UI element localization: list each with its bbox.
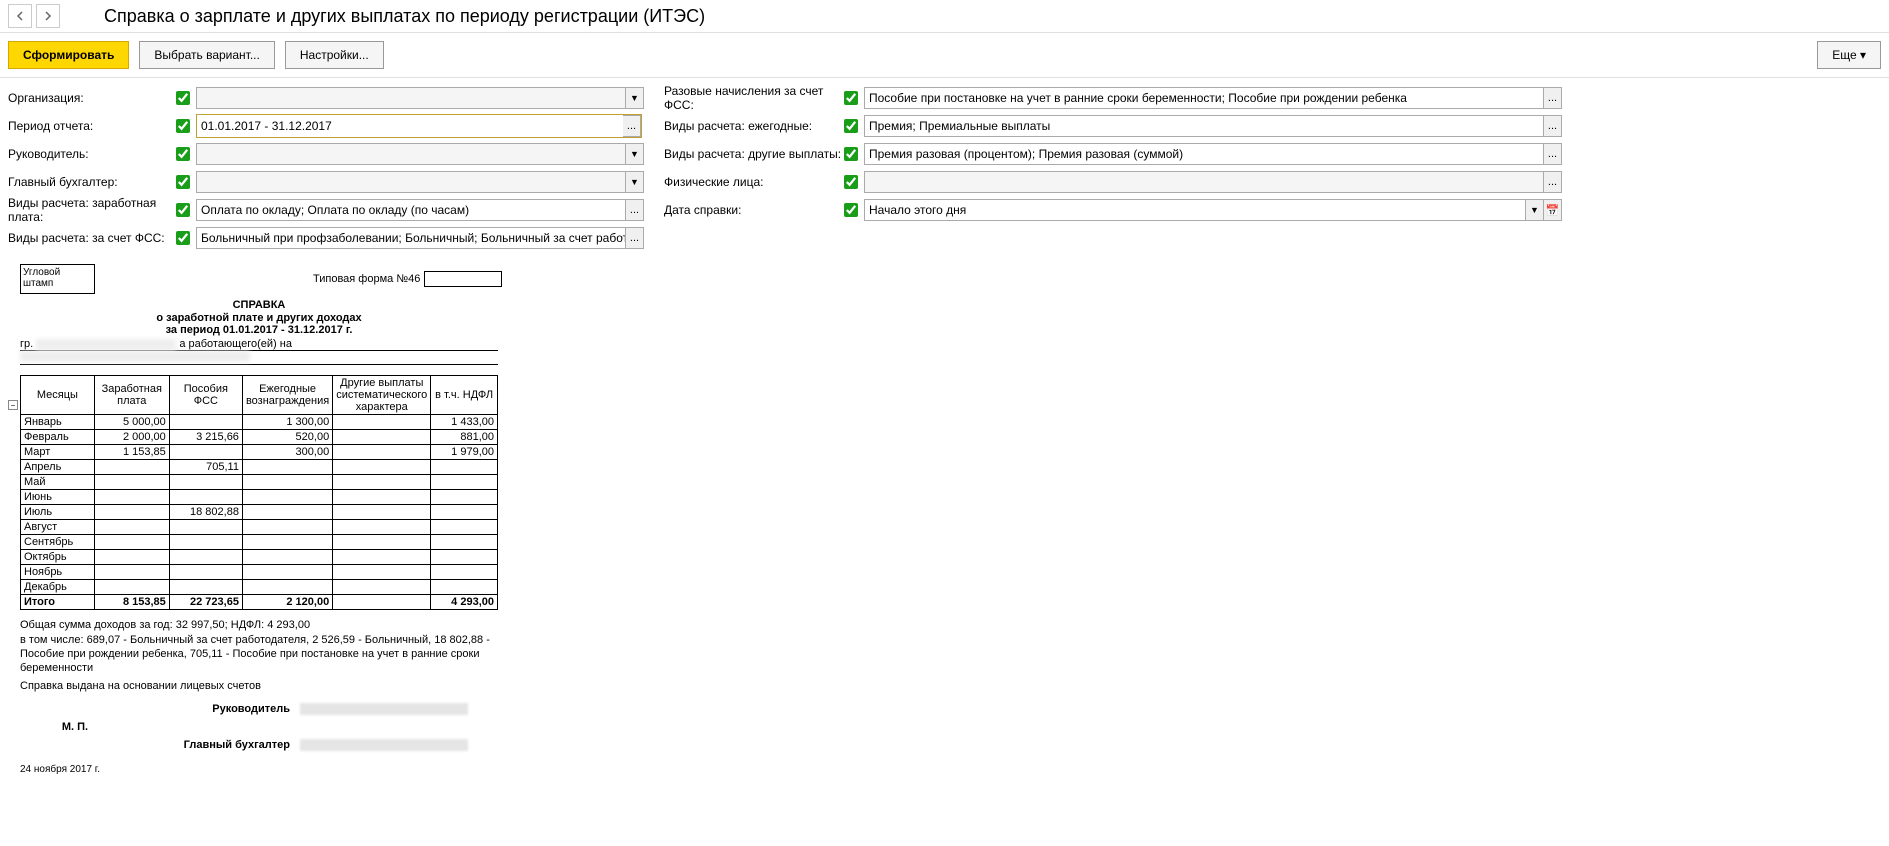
table-row: Апрель705,11	[21, 460, 498, 475]
table-row: Сентябрь	[21, 535, 498, 550]
fss-once-label: Разовые начисления за счет ФСС:	[664, 84, 844, 112]
fss-types-checkbox[interactable]	[176, 231, 190, 245]
table-row: Январь5 000,001 300,001 433,00	[21, 415, 498, 430]
period-picker-icon[interactable]: ...	[623, 115, 641, 137]
persons-label: Физические лица:	[664, 175, 844, 189]
annual-field[interactable]: Премия; Премиальные выплаты	[864, 115, 1544, 137]
fss-types-picker-icon[interactable]: ...	[626, 227, 644, 249]
settings-button[interactable]: Настройки...	[285, 41, 384, 69]
table-row: Февраль2 000,003 215,66520,00881,00	[21, 430, 498, 445]
org-label: Организация:	[8, 91, 176, 105]
report-person-line: гр. а работающего(ей) на	[20, 338, 498, 351]
acc-checkbox[interactable]	[176, 175, 190, 189]
annual-label: Виды расчета: ежегодные:	[664, 119, 844, 133]
table-row: Октябрь	[21, 550, 498, 565]
acc-field[interactable]	[196, 171, 626, 193]
report-summary-3: Справка выдана на основании лицевых счет…	[20, 679, 498, 693]
fss-types-label: Виды расчета: за счет ФСС:	[8, 231, 176, 245]
table-row: Март1 153,85300,001 979,00	[21, 445, 498, 460]
persons-checkbox[interactable]	[844, 175, 858, 189]
sig-head-line	[300, 703, 468, 715]
annual-checkbox[interactable]	[844, 119, 858, 133]
th-month: Месяцы	[21, 376, 95, 415]
report-date: 24 ноября 2017 г.	[20, 764, 1879, 775]
head-dropdown-icon[interactable]: ▼	[626, 143, 644, 165]
th-salary: Заработная плата	[94, 376, 169, 415]
other-label: Виды расчета: другие выплаты:	[664, 147, 844, 161]
period-label: Период отчета:	[8, 119, 176, 133]
table-row: Август	[21, 520, 498, 535]
head-label: Руководитель:	[8, 147, 176, 161]
report-subtitle-2: за период 01.01.2017 - 31.12.2017 г.	[20, 324, 498, 336]
more-button[interactable]: Еще ▾	[1817, 41, 1881, 69]
period-field[interactable]	[197, 115, 623, 137]
date-label: Дата справки:	[664, 203, 844, 217]
salary-types-checkbox[interactable]	[176, 203, 190, 217]
th-fss: Пособия ФСС	[169, 376, 242, 415]
salary-types-picker-icon[interactable]: ...	[626, 199, 644, 221]
other-field[interactable]: Премия разовая (процентом); Премия разов…	[864, 143, 1544, 165]
table-row: Июнь	[21, 490, 498, 505]
annual-picker-icon[interactable]: ...	[1544, 115, 1562, 137]
salary-types-label: Виды расчета: заработная плата:	[8, 196, 176, 224]
persons-picker-icon[interactable]: ...	[1544, 171, 1562, 193]
report-summary-2: в том числе: 689,07 - Больничный за счет…	[20, 633, 498, 676]
fss-once-checkbox[interactable]	[844, 91, 858, 105]
persons-field[interactable]	[864, 171, 1544, 193]
org-checkbox[interactable]	[176, 91, 190, 105]
report-org-line	[20, 351, 498, 365]
other-picker-icon[interactable]: ...	[1544, 143, 1562, 165]
table-row: Ноябрь	[21, 565, 498, 580]
report-summary-1: Общая сумма доходов за год: 32 997,50; Н…	[20, 618, 498, 632]
report-title: СПРАВКА	[20, 298, 498, 312]
sig-head-label: Руководитель	[20, 703, 300, 715]
sig-mp: М. П.	[20, 721, 130, 733]
period-checkbox[interactable]	[176, 119, 190, 133]
th-annual: Ежегодные вознаграждения	[242, 376, 332, 415]
table-row: Июль18 802,88	[21, 505, 498, 520]
table-total-row: Итого8 153,8522 723,652 120,004 293,00	[21, 595, 498, 610]
table-row: Май	[21, 475, 498, 490]
sig-acc-line	[300, 739, 468, 751]
date-checkbox[interactable]	[844, 203, 858, 217]
nav-back-button[interactable]	[8, 4, 32, 28]
choose-variant-button[interactable]: Выбрать вариант...	[139, 41, 274, 69]
sig-acc-label: Главный бухгалтер	[20, 739, 300, 751]
fss-types-field[interactable]: Больничный при профзаболевании; Больничн…	[196, 227, 626, 249]
salary-types-field[interactable]: Оплата по окладу; Оплата по окладу (по ч…	[196, 199, 626, 221]
acc-label: Главный бухгалтер:	[8, 175, 176, 189]
nav-forward-button[interactable]	[36, 4, 60, 28]
form-number-box	[424, 271, 502, 287]
page-title: Справка о зарплате и других выплатах по …	[104, 6, 705, 27]
head-field[interactable]	[196, 143, 626, 165]
org-field[interactable]	[196, 87, 626, 109]
report-table: Месяцы Заработная плата Пособия ФСС Ежег…	[20, 375, 498, 610]
fss-once-field[interactable]: Пособие при постановке на учет в ранние …	[864, 87, 1544, 109]
th-ndfl: в т.ч. НДФЛ	[431, 376, 498, 415]
table-row: Декабрь	[21, 580, 498, 595]
generate-button[interactable]: Сформировать	[8, 41, 129, 69]
org-dropdown-icon[interactable]: ▼	[626, 87, 644, 109]
form-number-label: Типовая форма №46	[313, 273, 420, 285]
acc-dropdown-icon[interactable]: ▼	[626, 171, 644, 193]
report-preview: Угловой штамп Типовая форма №46 СПРАВКА …	[20, 264, 1879, 775]
collapse-handle[interactable]: −	[8, 400, 18, 410]
date-field[interactable]: Начало этого дня	[864, 199, 1526, 221]
fss-once-picker-icon[interactable]: ...	[1544, 87, 1562, 109]
stamp-box: Угловой штамп	[20, 264, 95, 294]
other-checkbox[interactable]	[844, 147, 858, 161]
report-subtitle-1: о заработной плате и других доходах	[20, 312, 498, 324]
th-other: Другие выплаты систематического характер…	[333, 376, 431, 415]
date-calendar-icon[interactable]: 📅	[1544, 199, 1562, 221]
head-checkbox[interactable]	[176, 147, 190, 161]
date-dropdown-icon[interactable]: ▼	[1526, 199, 1544, 221]
